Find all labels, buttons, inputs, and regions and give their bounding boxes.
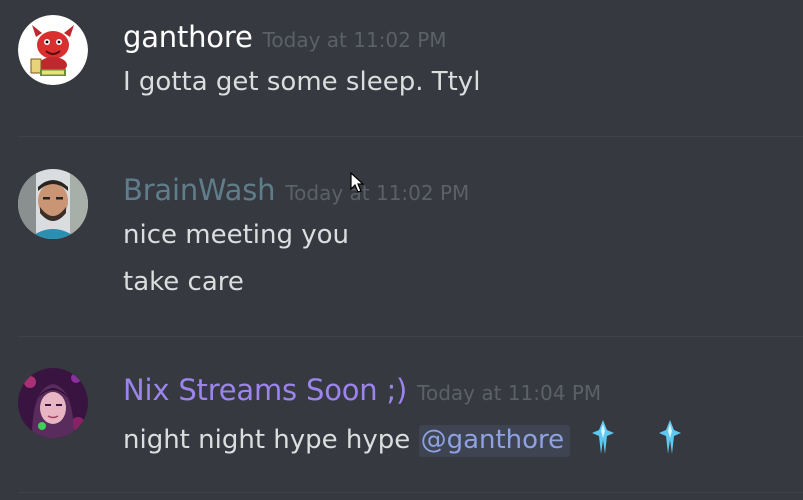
message-header: Nix Streams Soon ;) Today at 11:04 PM (123, 373, 601, 407)
sparkle-emoji-icon[interactable] (592, 420, 615, 461)
user-photo-avatar-icon (18, 368, 88, 438)
avatar[interactable] (18, 169, 88, 239)
message-divider (18, 336, 803, 337)
message-text-before-mention: night night hype hype (123, 425, 411, 455)
username[interactable]: ganthore (123, 20, 253, 54)
message-text: I gotta get some sleep. Ttyl (123, 67, 481, 97)
message-text: take care (123, 267, 244, 297)
message-divider (18, 136, 803, 137)
username[interactable]: BrainWash (123, 173, 276, 207)
username[interactable]: Nix Streams Soon ;) (123, 373, 407, 407)
user-mention[interactable]: @ganthore (418, 425, 571, 457)
devil-mascot-avatar-icon (18, 15, 88, 85)
user-photo-avatar-icon (18, 169, 88, 239)
sparkle-emoji-icon[interactable] (658, 420, 681, 461)
timestamp[interactable]: Today at 11:04 PM (417, 381, 601, 405)
timestamp[interactable]: Today at 11:02 PM (285, 181, 469, 205)
timestamp[interactable]: Today at 11:02 PM (263, 28, 447, 52)
chat-message-list: ganthore Today at 11:02 PM I gotta get so… (0, 0, 803, 500)
avatar[interactable] (18, 15, 88, 85)
message-header: BrainWash Today at 11:02 PM (123, 173, 469, 207)
message-header: ganthore Today at 11:02 PM (123, 20, 447, 54)
message-divider (18, 492, 803, 493)
message-text: nice meeting you (123, 220, 350, 250)
mouse-cursor-icon (350, 171, 365, 198)
message-text: night night hype hype @ganthore (123, 420, 681, 461)
avatar[interactable] (18, 368, 88, 438)
